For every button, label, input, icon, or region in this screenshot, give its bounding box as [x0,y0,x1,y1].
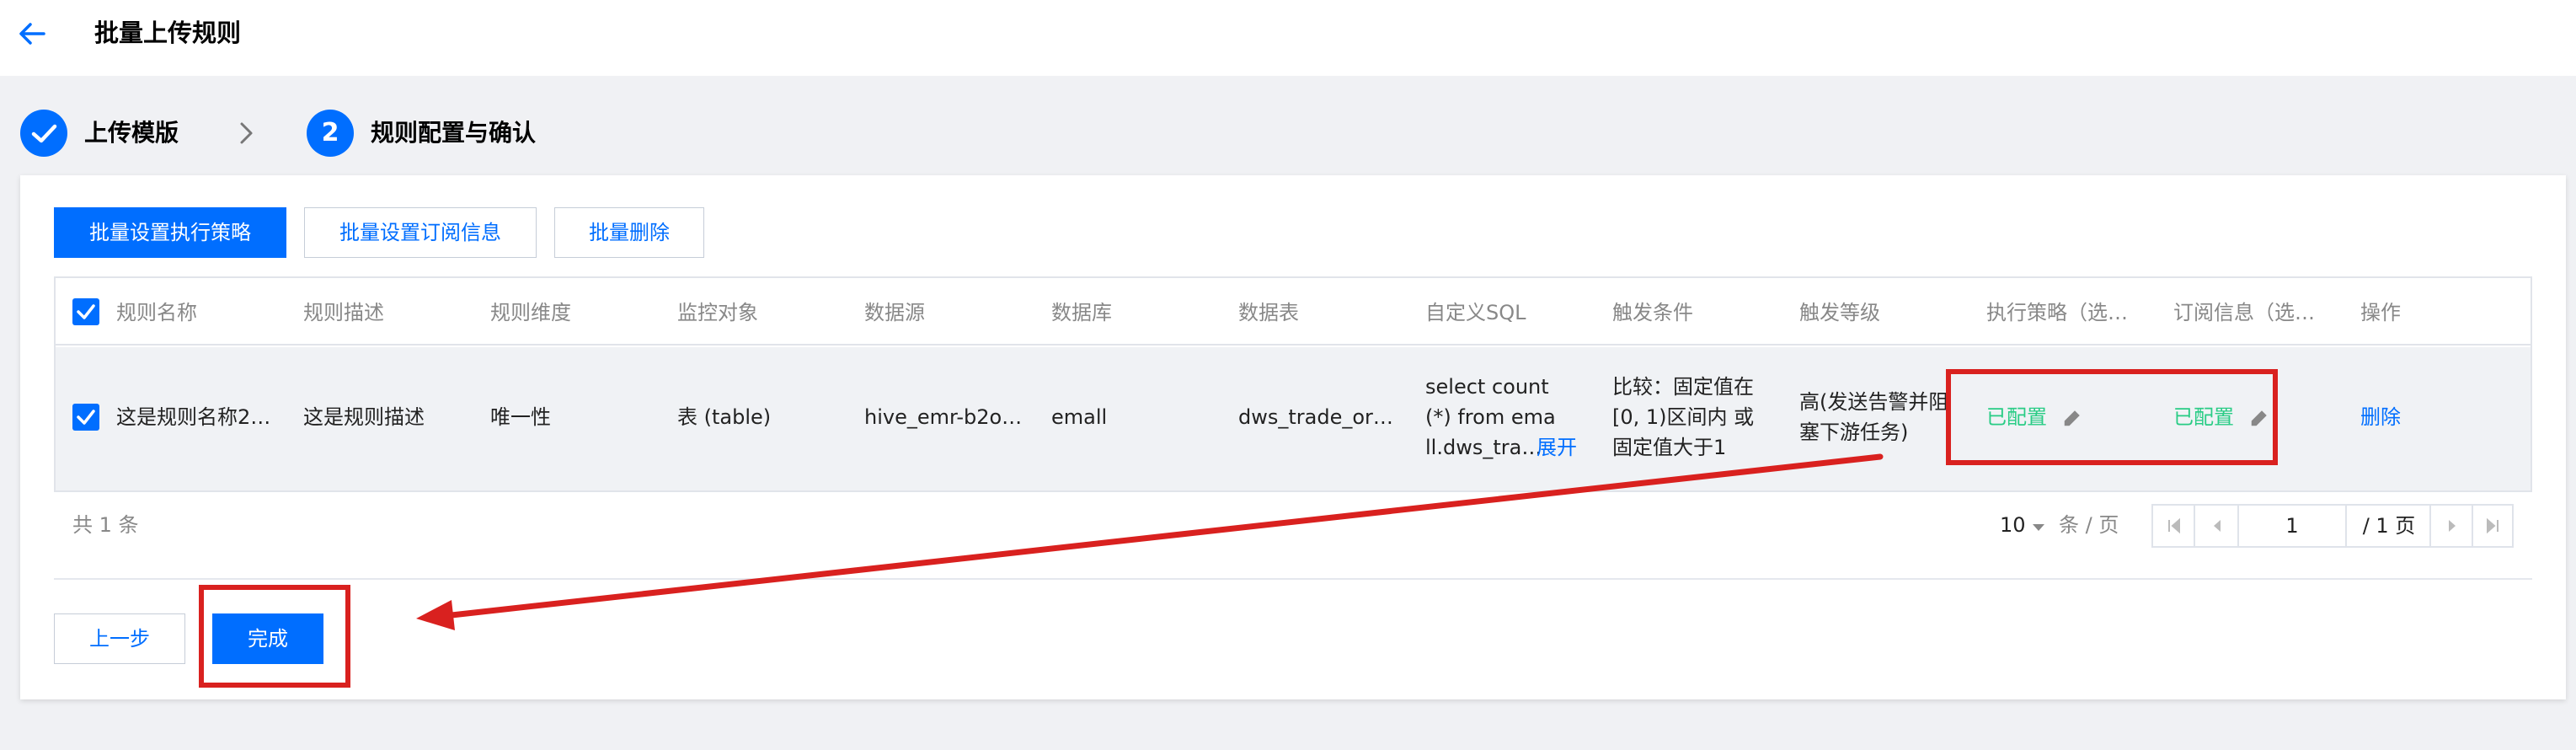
custom-sql-line: ll.dws_tra… [1425,436,1542,459]
batch-subscribe-button[interactable]: 批量设置订阅信息 [304,207,537,258]
page-number-input[interactable]: 1 [2239,506,2347,546]
step-2-number: 2 [307,110,354,157]
column-header: 自定义SQL [1425,301,1526,324]
total-pages-label: / 1 页 [2362,514,2416,538]
rule-name-cell: 这是规则名称2… [116,405,271,429]
delete-row-link[interactable]: 删除 [2360,402,2428,432]
column-header: 执行策略（选… [1986,301,2128,324]
select-all-checkbox[interactable] [72,298,99,325]
top-bar: 批量上传规则 [0,0,2576,76]
column-header: 规则名称 [116,301,197,324]
next-page-icon[interactable] [2431,506,2473,546]
rule-dimension-cell: 唯一性 [490,405,551,429]
total-pages: / 1 页 [2347,506,2431,546]
column-header: 监控对象 [677,301,758,324]
row-checkbox[interactable] [72,404,99,431]
sql-expand-link[interactable]: 展开 [1537,432,1595,463]
back-arrow-icon[interactable] [15,17,49,51]
column-header: 订阅信息（选… [2173,301,2315,324]
column-header: 数据源 [864,301,925,324]
page-size-select[interactable]: 10 [2000,511,2026,539]
prev-page-icon[interactable] [2195,506,2239,546]
pagination-control: 1 / 1 页 [2151,504,2514,548]
custom-sql-line: select count [1425,375,1549,399]
first-page-icon[interactable] [2153,506,2195,546]
data-table-cell: dws_trade_or… [1238,405,1393,429]
table-header: 规则名称 规则描述 规则维度 监控对象 数据源 数据库 数据表 自定义SQL 触… [56,278,2531,346]
annotation-box-finish [199,585,350,688]
chevron-right-icon [234,121,258,145]
rule-desc-cell: 这是规则描述 [303,405,425,429]
data-source-cell: hive_emr-b2o… [864,405,1023,429]
prev-step-button[interactable]: 上一步 [54,613,185,664]
trigger-condition-line: 比较：固定值在 [1612,375,1754,399]
column-header: 规则维度 [490,301,571,324]
step-1-label: 上传模版 [84,119,179,147]
page-title: 批量上传规则 [94,19,242,47]
database-cell: emall [1051,405,1108,429]
step-done-check-icon [20,110,67,157]
last-page-icon[interactable] [2473,506,2512,546]
caret-down-icon[interactable] [2032,520,2045,536]
column-header: 触发条件 [1612,301,1693,324]
total-count: 共 1 条 [72,513,139,537]
trigger-condition-line: 固定值大于1 [1612,436,1727,459]
step-2-label: 规则配置与确认 [371,119,537,147]
batch-strategy-button[interactable]: 批量设置执行策略 [54,207,286,258]
monitor-target-cell: 表 (table) [677,405,772,429]
trigger-condition-line: [0, 1)区间内 或 [1612,405,1755,429]
column-header: 触发等级 [1799,301,1880,324]
column-header: 数据库 [1051,301,1112,324]
batch-delete-button[interactable]: 批量删除 [554,207,704,258]
column-header: 数据表 [1238,301,1299,324]
column-header: 操作 [2360,301,2401,324]
annotation-box-strategy [1946,369,2278,465]
divider [54,578,2532,580]
per-page-unit: 条 / 页 [2059,513,2119,537]
column-header: 规则描述 [303,301,384,324]
custom-sql-line: (*) from ema [1425,405,1556,429]
